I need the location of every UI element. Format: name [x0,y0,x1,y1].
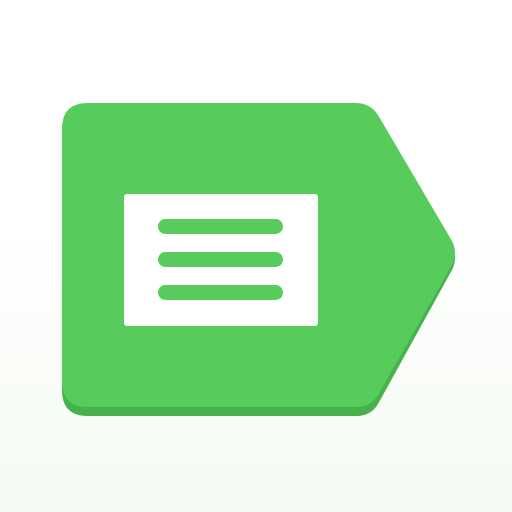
card-line-2 [158,252,283,267]
label-tag-icon [62,103,455,416]
card-line-3 [158,285,283,300]
app-icon-canvas [0,0,512,512]
card-line-1 [158,219,283,234]
